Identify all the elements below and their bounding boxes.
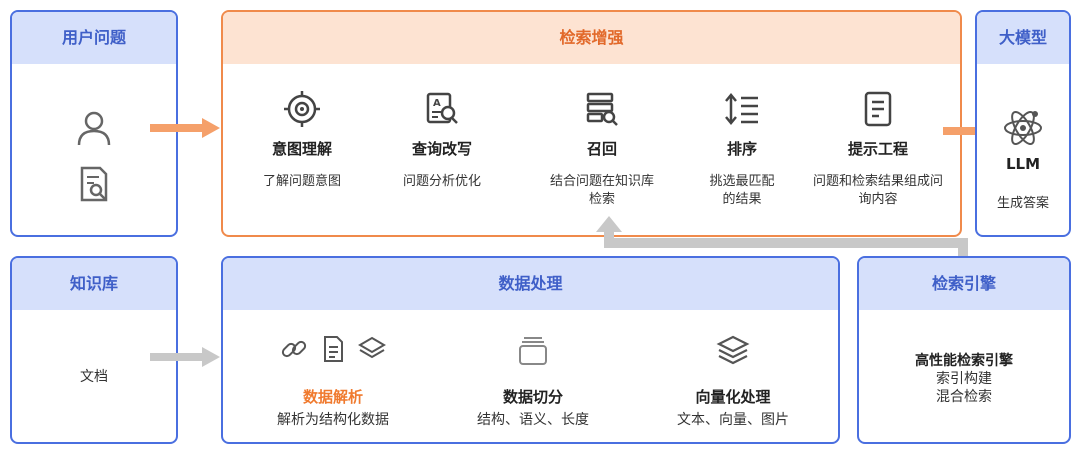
- stack-layers-icon: [716, 335, 750, 365]
- engine-line: 混合检索: [936, 389, 992, 405]
- llm-model-label: LLM: [1005, 155, 1041, 173]
- engine-lines: 高性能检索引擎 索引构建 混合检索: [859, 350, 1069, 406]
- arrow-to-retrieval: [150, 118, 220, 138]
- knowledge-title: 知识库: [12, 258, 176, 310]
- step-desc: 了解问题意图: [262, 174, 341, 189]
- retrieval-step: 排序 挑选最匹配的结果: [683, 90, 801, 209]
- chunk-desc: 结构、语义、长度: [477, 412, 589, 428]
- atom-icon: [1004, 111, 1042, 145]
- processing-title: 数据处理: [223, 258, 838, 310]
- user-icon: [77, 111, 111, 146]
- step-label: 提示工程: [847, 140, 908, 158]
- step-label: 查询改写: [411, 140, 472, 158]
- processing-item: 数据解析 解析为结构化数据: [243, 334, 423, 429]
- step-desc: 结合问题在知识库检索: [549, 174, 654, 207]
- svg-text:A: A: [433, 98, 441, 109]
- chunk-label: 数据切分: [502, 388, 563, 406]
- step-desc: 问题和检索结果组成问询内容: [813, 174, 944, 207]
- retrieval-title: 检索增强: [223, 12, 960, 64]
- card-stack-icon: [519, 337, 547, 365]
- document-icon: [864, 91, 892, 127]
- arrow-to-processing: [150, 347, 220, 367]
- user-question-title: 用户问题: [12, 12, 176, 64]
- retrieval-step: 意图理解 了解问题意图: [243, 90, 361, 191]
- vectorize-desc: 文本、向量、图片: [677, 412, 789, 428]
- step-label: 排序: [726, 140, 757, 158]
- llm-box: 大模型 LLM 生成答案: [975, 10, 1071, 237]
- retrieval-box: 检索增强 意图理解 了解问题意图 A 查询改写 问题分析优化 召回 结合问题在知…: [221, 10, 962, 237]
- link-icon: [281, 340, 307, 358]
- rewrite-icon: A: [426, 92, 458, 124]
- processing-item: 向量化处理 文本、向量、图片: [643, 334, 823, 429]
- engine-line: 索引构建: [936, 371, 992, 387]
- llm-title: 大模型: [977, 12, 1069, 64]
- document-search-icon: [80, 166, 108, 202]
- sort-list-icon: [725, 93, 758, 125]
- step-desc: 挑选最匹配的结果: [709, 174, 775, 207]
- processing-box: 数据处理 数据解析 解析为结构化数据 数据切分 结构、语义、长度 向量化处理 文…: [221, 256, 840, 444]
- file-text-icon: [324, 336, 343, 362]
- parse-desc: 解析为结构化数据: [277, 412, 389, 428]
- engine-line-main: 高性能检索引擎: [915, 353, 1013, 369]
- parse-icons: [243, 334, 423, 368]
- llm-desc: 生成答案: [996, 196, 1049, 211]
- layers-icon: [358, 336, 387, 359]
- processing-item: 数据切分 结构、语义、长度: [443, 334, 623, 429]
- target-icon: [284, 91, 320, 127]
- step-label: 召回: [586, 140, 617, 158]
- parse-label: 数据解析: [302, 388, 363, 406]
- step-desc: 问题分析优化: [402, 174, 481, 189]
- retrieval-step: A 查询改写 问题分析优化: [383, 90, 501, 191]
- database-search-icon: [586, 92, 618, 126]
- knowledge-item: 文档: [80, 369, 108, 385]
- vectorize-label: 向量化处理: [695, 388, 771, 406]
- retrieval-step: 召回 结合问题在知识库检索: [543, 90, 661, 209]
- engine-title: 检索引擎: [859, 258, 1069, 310]
- engine-box: 检索引擎 高性能检索引擎 索引构建 混合检索: [857, 256, 1071, 444]
- step-label: 意图理解: [271, 140, 332, 158]
- retrieval-step: 提示工程 问题和检索结果组成问询内容: [813, 90, 943, 209]
